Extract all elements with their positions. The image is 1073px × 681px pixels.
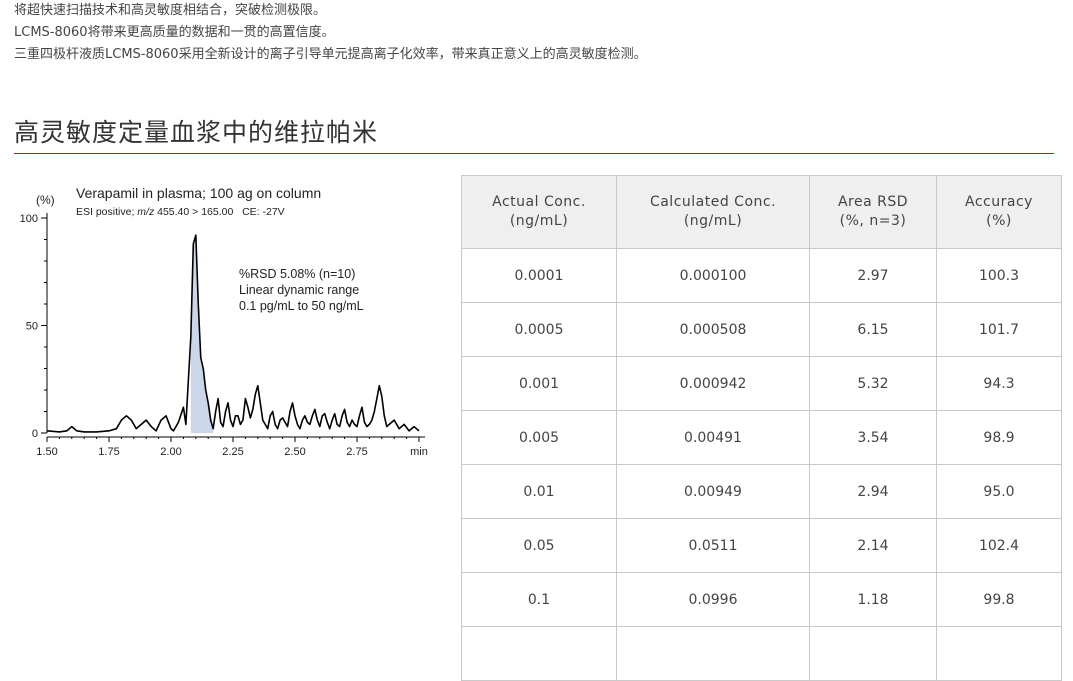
- table-row: 0.0001 0.000100 2.97 100.3: [461, 248, 1062, 303]
- y-tick-label: 50: [26, 321, 38, 333]
- header-accuracy: Accuracy (%): [936, 175, 1062, 249]
- cell-calculated: 0.000942: [616, 356, 810, 411]
- x-tick-label: 1.75: [98, 446, 119, 458]
- cell-actual: 0.005: [461, 410, 617, 465]
- cell-calculated: 0.0511: [616, 518, 810, 573]
- table-row: 0.01 0.00949 2.94 95.0: [461, 464, 1062, 519]
- cell-rsd: 1.18: [809, 572, 937, 627]
- chart-plot-area: [46, 234, 420, 433]
- cell-calculated: 0.000508: [616, 302, 810, 357]
- x-tick-label: 2.75: [346, 446, 367, 458]
- cell-actual: [461, 626, 617, 681]
- cell-rsd: [809, 626, 937, 681]
- cell-actual: 0.05: [461, 518, 617, 573]
- table-row: 0.005 0.00491 3.54 98.9: [461, 410, 1062, 465]
- cell-actual: 0.1: [461, 572, 617, 627]
- y-unit-label: (%): [36, 193, 55, 207]
- x-tick-label: min: [410, 446, 428, 458]
- intro-line: 三重四极杆液质LCMS-8060采用全新设计的离子引导单元提高离子化效率，带来真…: [14, 47, 647, 62]
- intro-line: LCMS-8060将带来更高质量的数据和一贯的高置信度。: [14, 25, 335, 40]
- cell-actual: 0.0005: [461, 302, 617, 357]
- x-tick-label: 1.50: [36, 446, 57, 458]
- chart-title: Verapamil in plasma; 100 ag on column: [76, 185, 321, 201]
- cell-actual: 0.01: [461, 464, 617, 519]
- chart-subtitle: ESI positive; m/z 455.40 > 165.00 CE: -2…: [76, 206, 285, 218]
- y-tick-label: 100: [20, 213, 38, 225]
- annotation-line: Linear dynamic range: [239, 283, 359, 297]
- table-row: [461, 626, 1062, 681]
- cell-calculated: 0.0996: [616, 572, 810, 627]
- subtitle-prefix: ESI positive;: [76, 206, 137, 218]
- cell-actual: 0.001: [461, 356, 617, 411]
- cell-accuracy: 95.0: [936, 464, 1062, 519]
- cell-accuracy: 98.9: [936, 410, 1062, 465]
- y-tick-label: 0: [32, 428, 38, 440]
- cell-calculated: 0.000100: [616, 248, 810, 303]
- annotation-line: %RSD 5.08% (n=10): [239, 267, 355, 281]
- cell-rsd: 2.97: [809, 248, 937, 303]
- cell-accuracy: 99.8: [936, 572, 1062, 627]
- cell-calculated: 0.00491: [616, 410, 810, 465]
- table-row: 0.1 0.0996 1.18 99.8: [461, 572, 1062, 627]
- x-tick-label: 2.00: [160, 446, 181, 458]
- cell-accuracy: 100.3: [936, 248, 1062, 303]
- chromatogram-svg: (%) Verapamil in plasma; 100 ag on colum…: [20, 185, 428, 458]
- cell-rsd: 2.94: [809, 464, 937, 519]
- header-area-rsd: Area RSD (%, n=3): [809, 175, 937, 249]
- section-title: 高灵敏度定量血浆中的维拉帕米: [14, 118, 379, 147]
- table-header-row: Actual Conc. (ng/mL) Calculated Conc. (ng/…: [461, 175, 1062, 249]
- cell-accuracy: [936, 626, 1062, 681]
- table-row: 0.0005 0.000508 6.15 101.7: [461, 302, 1062, 357]
- cell-accuracy: 94.3: [936, 356, 1062, 411]
- results-table: Actual Conc. (ng/mL) Calculated Conc. (ng/…: [461, 175, 1062, 681]
- x-tick-label: 2.25: [222, 446, 243, 458]
- cell-actual: 0.0001: [461, 248, 617, 303]
- header-actual-conc: Actual Conc. (ng/mL): [461, 175, 617, 249]
- peak-area-fill: [190, 235, 214, 433]
- subtitle-suffix: 455.40 > 165.00 CE: -27V: [154, 206, 284, 218]
- cell-rsd: 6.15: [809, 302, 937, 357]
- table-row: 0.05 0.0511 2.14 102.4: [461, 518, 1062, 573]
- cell-accuracy: 102.4: [936, 518, 1062, 573]
- cell-rsd: 2.14: [809, 518, 937, 573]
- annotation-line: 0.1 pg/mL to 50 ng/mL: [239, 299, 364, 313]
- cell-rsd: 5.32: [809, 356, 937, 411]
- header-calculated-conc: Calculated Conc. (ng/mL): [616, 175, 810, 249]
- cell-calculated: [616, 626, 810, 681]
- subtitle-mz: m/z: [137, 206, 155, 218]
- x-tick-label: 2.50: [284, 446, 305, 458]
- cell-calculated: 0.00949: [616, 464, 810, 519]
- cell-rsd: 3.54: [809, 410, 937, 465]
- intro-text: 将超快速扫描技术和高灵敏度相结合，突破检测极限。 LCMS-8060将带来更高质…: [14, 0, 647, 66]
- series-line: [46, 234, 420, 433]
- title-divider: [14, 153, 1054, 154]
- cell-accuracy: 101.7: [936, 302, 1062, 357]
- intro-line: 将超快速扫描技术和高灵敏度相结合，突破检测极限。: [14, 3, 327, 18]
- table-row: 0.001 0.000942 5.32 94.3: [461, 356, 1062, 411]
- chromatogram-chart: (%) Verapamil in plasma; 100 ag on colum…: [14, 178, 444, 478]
